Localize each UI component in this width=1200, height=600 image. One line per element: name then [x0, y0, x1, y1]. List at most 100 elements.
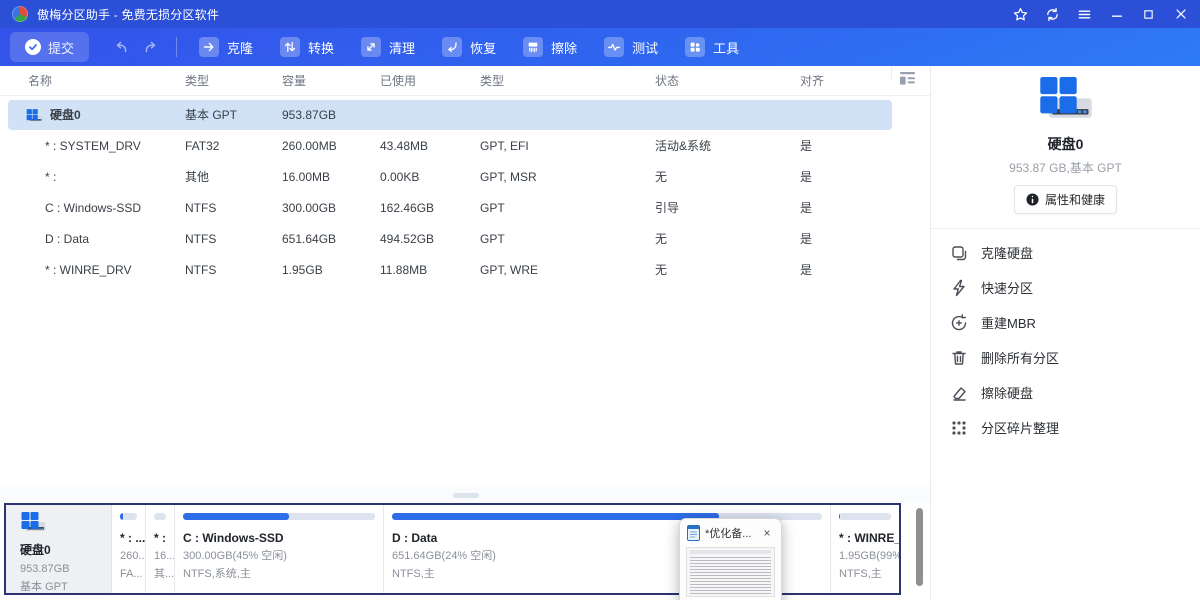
undo-icon[interactable] [112, 39, 129, 56]
favorite-icon[interactable] [1013, 7, 1028, 22]
vertical-scrollbar-thumb[interactable] [916, 508, 923, 586]
erase-icon [523, 37, 543, 57]
defragment-icon [950, 419, 968, 437]
wipe-disk-icon [950, 384, 968, 402]
disk-name: 硬盘0 [20, 541, 111, 560]
close-icon[interactable] [1173, 7, 1188, 22]
table-header: 名称 类型 容量 已使用 类型 状态 对齐 [0, 66, 930, 96]
sidebar-item-wipe-disk[interactable]: 擦除硬盘 [931, 375, 1200, 410]
sidebar-item-defragment[interactable]: 分区碎片整理 [931, 410, 1200, 445]
toolbar-cleanup-button[interactable]: 清理 [355, 33, 421, 61]
delete-all-partitions-icon [950, 349, 968, 367]
hard-disk-icon [1038, 77, 1094, 122]
submit-button[interactable]: 提交 [10, 32, 89, 62]
toolbar-separator [176, 37, 177, 57]
usage-bar [154, 513, 166, 520]
part-type-cell: GPT, MSR [480, 162, 537, 193]
aligned-cell: 是 [800, 131, 812, 162]
disk-size: 953.87GB [20, 560, 111, 578]
col-status[interactable]: 状态 [655, 66, 679, 96]
table-row-d-data[interactable]: D : Data NTFS 651.64GB 494.52GB GPT 无 是 [0, 224, 930, 255]
partition-block-winre[interactable]: * : WINRE_... 1.95GB(99%... NTFS,主 [831, 505, 899, 593]
toolbar-erase-button[interactable]: 擦除 [517, 33, 583, 61]
main-content: 名称 类型 容量 已使用 类型 状态 对齐 硬盘0 基本 GPT 953.87G… [0, 66, 930, 600]
capacity-cell: 16.00MB [282, 162, 330, 193]
toolbar-button-label: 恢复 [470, 38, 496, 57]
minimize-icon[interactable] [1109, 7, 1124, 22]
aligned-cell: 是 [800, 162, 812, 193]
convert-icon [280, 37, 300, 57]
sidebar-item-quick-partition[interactable]: 快速分区 [931, 270, 1200, 305]
used-cell: 0.00KB [380, 162, 419, 193]
list-view-icon[interactable] [891, 66, 916, 80]
col-type[interactable]: 类型 [185, 66, 209, 96]
toolbar-test-button[interactable]: 测试 [598, 33, 664, 61]
partition-block-system-drv[interactable]: * : ... 260... FA... [112, 505, 146, 593]
capacity-cell: 260.00MB [282, 131, 337, 162]
part-type-cell: GPT [480, 193, 505, 224]
name-cell: C : Windows-SSD [45, 193, 141, 224]
used-cell: 43.48MB [380, 131, 428, 162]
toolbar-clone-button[interactable]: 克隆 [193, 33, 259, 61]
refresh-icon[interactable] [1045, 7, 1060, 22]
test-icon [604, 37, 624, 57]
table-row-disk0[interactable]: 硬盘0 基本 GPT 953.87GB [0, 100, 930, 131]
toolbar-convert-button[interactable]: 转换 [274, 33, 340, 61]
used-cell: 162.46GB [380, 193, 434, 224]
title-bar: 傲梅分区助手 - 免费无损分区软件 [0, 0, 1200, 28]
disk-map-disk-block[interactable]: 硬盘0 953.87GB 基本 GPT [6, 505, 112, 593]
capacity-cell: 1.95GB [282, 255, 323, 286]
col-capacity[interactable]: 容量 [282, 66, 306, 96]
sidebar-disk-info: 953.87 GB,基本 GPT [931, 159, 1200, 176]
type-cell: NTFS [185, 255, 216, 286]
partition-block-msr[interactable]: * : 16.... 其... [146, 505, 175, 593]
sidebar-actions: 克隆硬盘 快速分区 重建MBR 删除所有分区 擦除硬盘 分区碎片整理 [931, 229, 1200, 445]
col-aligned[interactable]: 对齐 [800, 66, 824, 96]
sidebar-item-clone-disk[interactable]: 克隆硬盘 [931, 235, 1200, 270]
toolbar-recover-button[interactable]: 恢复 [436, 33, 502, 61]
col-part-type[interactable]: 类型 [480, 66, 504, 96]
sidebar-disk-name: 硬盘0 [931, 134, 1200, 154]
part-type-cell: GPT, WRE [480, 255, 538, 286]
menu-icon[interactable] [1077, 7, 1092, 22]
properties-health-button[interactable]: 属性和健康 [1014, 185, 1117, 214]
table-row-c-windows-ssd[interactable]: C : Windows-SSD NTFS 300.00GB 162.46GB G… [0, 193, 930, 224]
disk-style: 基本 GPT [20, 578, 111, 596]
submit-label: 提交 [48, 38, 74, 57]
partition-block-c-windows-ssd[interactable]: C : Windows-SSD 300.00GB(45% 空闲) NTFS,系统… [175, 505, 384, 593]
type-cell: NTFS [185, 224, 216, 255]
sidebar-item-delete-all-partitions[interactable]: 删除所有分区 [931, 340, 1200, 375]
status-cell: 活动&系统 [655, 131, 711, 162]
name-cell: * : [45, 162, 56, 193]
popup-window-thumbnail[interactable] [686, 547, 775, 597]
maximize-icon[interactable] [1141, 7, 1156, 22]
col-used[interactable]: 已使用 [380, 66, 416, 96]
disk-name-cell: 硬盘0 [26, 100, 81, 131]
col-name[interactable]: 名称 [28, 66, 52, 96]
aligned-cell: 是 [800, 224, 812, 255]
sidebar-item-rebuild-mbr[interactable]: 重建MBR [931, 305, 1200, 340]
popup-title: *优化备... [705, 525, 755, 541]
table-row-system-drv[interactable]: * : SYSTEM_DRV FAT32 260.00MB 43.48MB GP… [0, 131, 930, 162]
redo-icon[interactable] [142, 39, 159, 56]
popup-close-icon[interactable]: × [760, 526, 774, 540]
clone-icon [199, 37, 219, 57]
name-cell: * : SYSTEM_DRV [45, 131, 141, 162]
app-logo-icon [12, 6, 28, 22]
toolbar-button-label: 工具 [713, 38, 739, 57]
clone-disk-icon [950, 244, 968, 262]
table-row-winre-drv[interactable]: * : WINRE_DRV NTFS 1.95GB 11.88MB GPT, W… [0, 255, 930, 286]
hard-disk-icon [26, 109, 43, 123]
toolbar-button-label: 清理 [389, 38, 415, 57]
toolbar: 提交 克隆 转换 清理 恢复 擦除 [0, 28, 1200, 66]
name-cell: D : Data [45, 224, 89, 255]
quick-partition-icon [950, 279, 968, 297]
toolbar-button-label: 测试 [632, 38, 658, 57]
taskbar-preview-popup[interactable]: *优化备... × [679, 518, 782, 600]
table-row-msr[interactable]: * : 其他 16.00MB 0.00KB GPT, MSR 无 是 [0, 162, 930, 193]
status-cell: 无 [655, 255, 667, 286]
right-sidebar: 硬盘0 953.87 GB,基本 GPT 属性和健康 克隆硬盘 快速分区 重建M… [930, 66, 1200, 600]
splitter-drag-handle[interactable] [453, 493, 479, 498]
check-icon [25, 39, 41, 55]
toolbar-tools-button[interactable]: 工具 [679, 33, 745, 61]
